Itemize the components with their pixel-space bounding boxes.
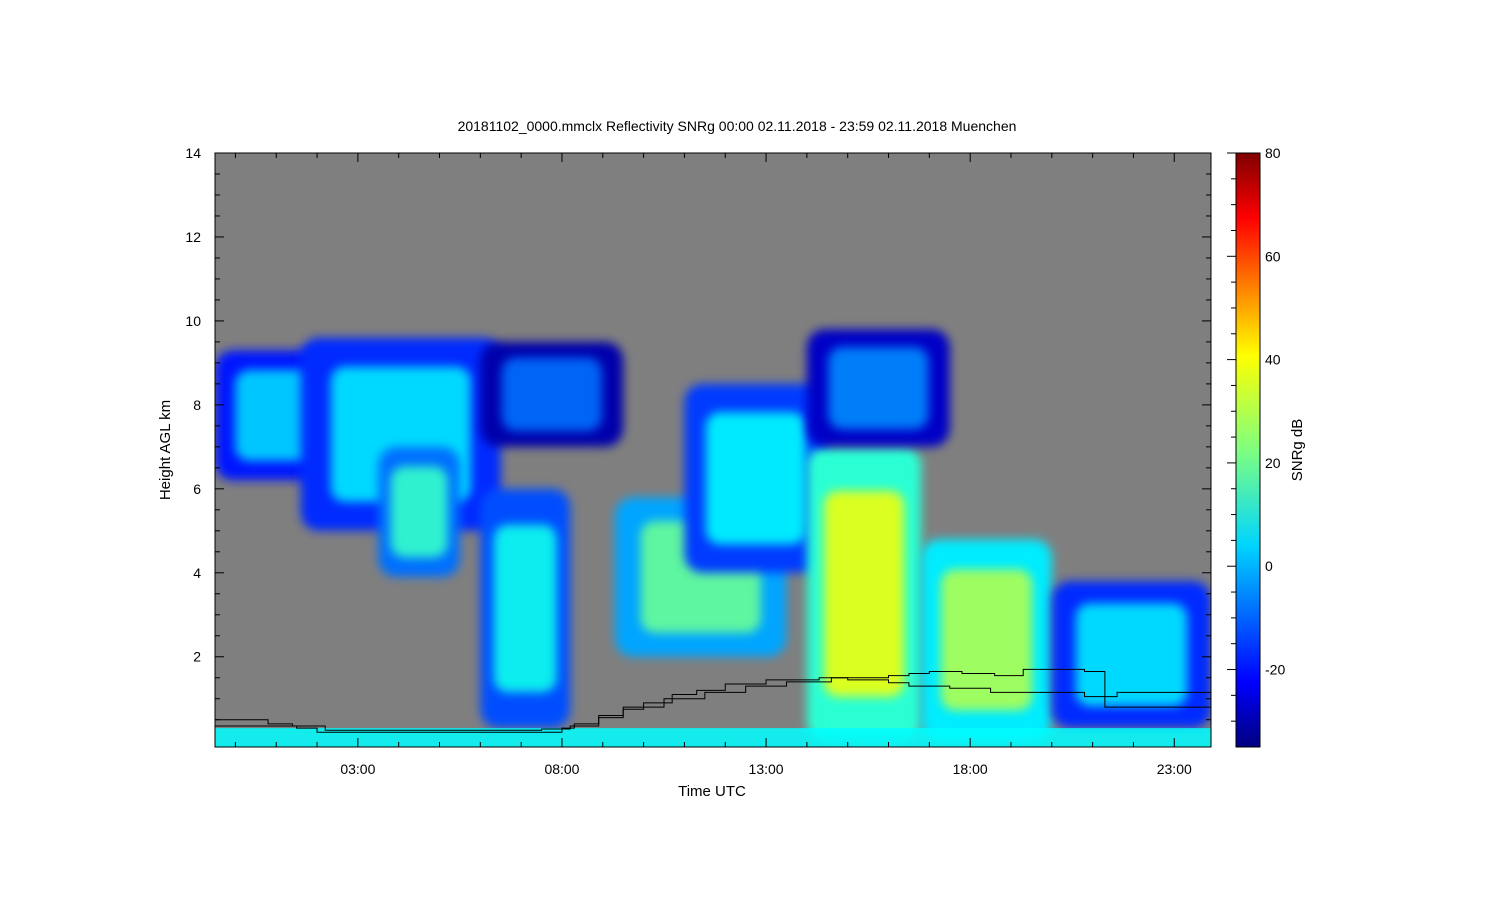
- echo-region-precip-tail: [921, 539, 1052, 741]
- echo-core: [824, 490, 905, 697]
- colorbar-tick-label: 40: [1265, 352, 1281, 368]
- echo-core: [940, 569, 1033, 711]
- y-tick-label: 12: [185, 229, 201, 245]
- echo-region-fallstreak-1: [480, 488, 571, 729]
- colorbar-tick-label: 80: [1265, 145, 1281, 161]
- x-tick-label: 18:00: [953, 761, 988, 777]
- colorbar-label: SNRg dB: [1289, 419, 1306, 482]
- colorbar-tick-label: 0: [1265, 558, 1273, 574]
- y-tick-label: 10: [185, 313, 201, 329]
- echo-region-upper-cloud-c: [806, 329, 950, 447]
- x-tick-label: 03:00: [340, 761, 375, 777]
- colorbar-tick-label: 60: [1265, 248, 1281, 264]
- echo-region-cloud-core: [378, 446, 460, 577]
- x-tick-label: 23:00: [1157, 761, 1192, 777]
- echo-region-precip-core: [806, 446, 922, 741]
- y-tick-label: 14: [185, 145, 201, 161]
- surface-clutter: [215, 728, 1211, 747]
- echo-core: [705, 412, 806, 545]
- y-tick-label: 4: [193, 565, 201, 581]
- y-tick-label: 6: [193, 481, 201, 497]
- x-tick-label: 13:00: [749, 761, 784, 777]
- radar-chart-figure: 20181102_0000.mmclx Reflectivity SNRg 00…: [157, 118, 1306, 800]
- x-tick-label: 08:00: [544, 761, 579, 777]
- colorbar: [1235, 152, 1261, 748]
- x-axis-label: Time UTC: [678, 783, 746, 800]
- echo-region-upper-cloud: [480, 341, 624, 447]
- echo-core: [493, 524, 557, 693]
- chart-title: 20181102_0000.mmclx Reflectivity SNRg 00…: [458, 118, 1017, 134]
- echo-core: [828, 346, 929, 430]
- y-axis-label: Height AGL km: [157, 400, 174, 500]
- echo-region-late-cloud: [1051, 581, 1211, 729]
- colorbar-tick-label: 20: [1265, 455, 1281, 471]
- y-tick-label: 8: [193, 397, 201, 413]
- echo-core: [501, 357, 602, 432]
- y-tick-label: 2: [193, 649, 201, 665]
- echo-region-cloud-b: [684, 383, 828, 573]
- colorbar-tick-label: -20: [1265, 662, 1285, 678]
- echo-core: [1075, 603, 1188, 707]
- echo-core: [390, 466, 448, 558]
